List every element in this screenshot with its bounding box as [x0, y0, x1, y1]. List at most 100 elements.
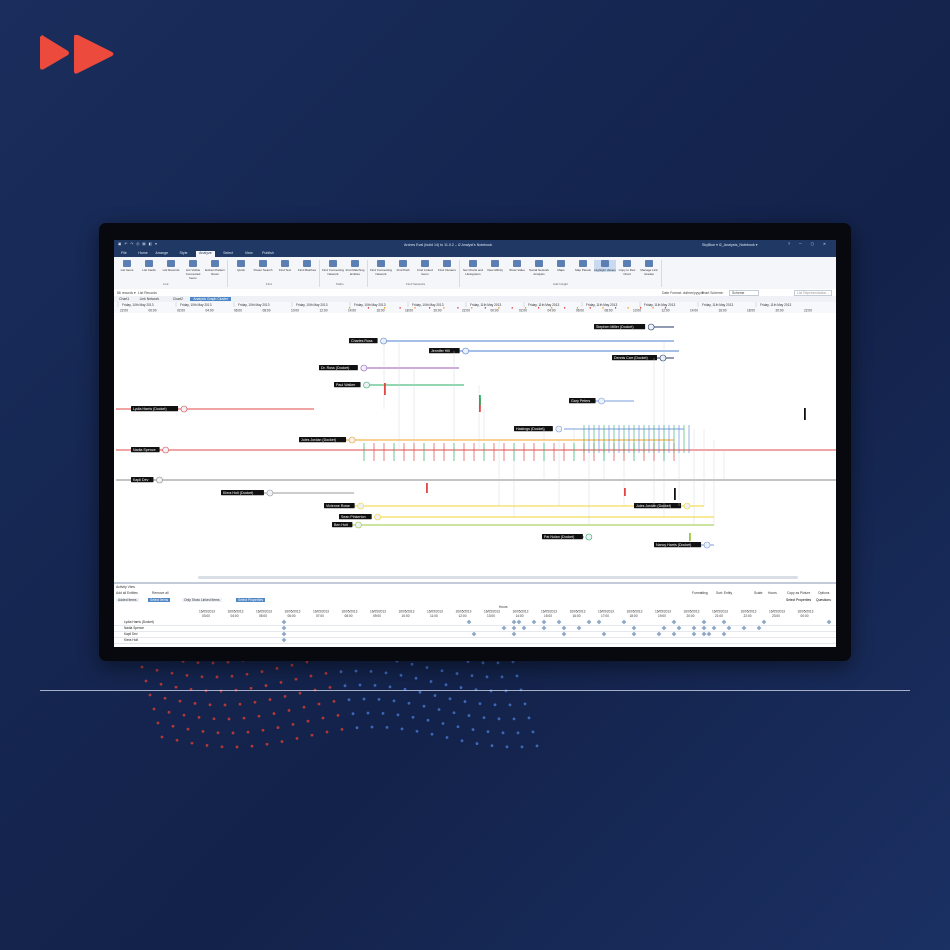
ribbon-button-highlight-values[interactable]: Highlight Values — [594, 260, 616, 272]
activity-marker[interactable] — [726, 625, 732, 631]
activity-marker[interactable] — [621, 619, 627, 625]
entity-node[interactable]: Ben Holt — [332, 521, 362, 529]
activity-tab-2[interactable]: Only Show Linked Items — [182, 598, 222, 602]
ribbon-button-find-linked-items[interactable]: Find Linked Items — [414, 260, 436, 276]
activity-marker[interactable] — [561, 625, 567, 631]
activity-marker[interactable] — [761, 619, 767, 625]
select-properties-toggle[interactable]: Select Properties — [784, 598, 813, 602]
activity-marker[interactable] — [466, 619, 472, 625]
menu-home[interactable]: Home — [135, 251, 151, 255]
activity-marker[interactable] — [701, 625, 707, 631]
activity-tab-3[interactable]: Select Properties — [236, 598, 266, 602]
activity-marker[interactable] — [511, 631, 517, 637]
add-all-entities-button[interactable]: Add all Entities — [116, 591, 138, 595]
ribbon-button-list-items[interactable]: List Items — [116, 260, 138, 272]
menu-arrange[interactable]: Arrange — [152, 251, 171, 255]
menu-file[interactable]: File — [118, 251, 130, 255]
menu-view[interactable]: View — [242, 251, 256, 255]
entity-node[interactable]: Kapil Dev — [131, 476, 163, 484]
ribbon-button-find-path[interactable]: Find Path — [392, 260, 414, 272]
chart-tab-3[interactable]: Analysis Graph Cluster — [190, 297, 232, 301]
date-format-dropdown[interactable]: Date Format: dd/mm/yyyy ▾ — [662, 291, 703, 295]
menu-style[interactable]: Style — [177, 251, 191, 255]
activity-marker[interactable] — [586, 619, 592, 625]
questions-toggle[interactable]: Questions — [814, 598, 833, 602]
chart-tab-1[interactable]: Link Network — [137, 297, 163, 301]
activity-marker[interactable] — [596, 619, 602, 625]
ribbon-button-social-network-analysis[interactable]: Social Network Analysis — [528, 260, 550, 276]
activity-marker[interactable] — [701, 619, 707, 625]
activity-marker[interactable] — [281, 625, 287, 631]
activity-marker[interactable] — [676, 625, 682, 631]
activity-marker[interactable] — [671, 631, 677, 637]
ribbon-button-quick[interactable]: Quick — [230, 260, 252, 272]
activity-marker[interactable] — [601, 631, 607, 637]
activity-marker[interactable] — [541, 619, 547, 625]
activity-marker[interactable] — [721, 619, 727, 625]
activity-marker[interactable] — [531, 619, 537, 625]
options-button[interactable]: Options — [818, 591, 829, 595]
menu-publish[interactable]: Publish — [259, 251, 277, 255]
copy-as-picture-button[interactable]: Copy as Picture — [787, 591, 810, 595]
activity-marker[interactable] — [826, 619, 832, 625]
activity-marker[interactable] — [281, 619, 287, 625]
ribbon-button-extract-pattern-rows[interactable]: Extract Pattern Rows — [204, 260, 226, 276]
window-controls[interactable]: ? ─ ▢ ✕ — [788, 242, 830, 246]
ribbon-button-show-value[interactable]: Show Value — [506, 260, 528, 272]
ribbon-button-power-search[interactable]: Power Search — [252, 260, 274, 272]
activity-marker[interactable] — [556, 619, 562, 625]
ribbon-button-find-matches[interactable]: Find Matches — [296, 260, 318, 272]
activity-marker[interactable] — [706, 631, 712, 637]
sort-dropdown[interactable]: Sort: Entity — [716, 591, 732, 595]
activity-marker[interactable] — [471, 631, 477, 637]
ribbon-button-list-cards[interactable]: List Cards — [138, 260, 160, 272]
ribbon-button-find-matching-entities[interactable]: Find Matching Entities — [344, 260, 366, 276]
activity-marker[interactable] — [561, 631, 567, 637]
ribbon-button-list-visible-connected-items[interactable]: List Visible Connected Items — [182, 260, 204, 280]
activity-marker[interactable] — [756, 625, 762, 631]
list-records-button[interactable]: List Records — [138, 291, 157, 295]
activity-marker[interactable] — [631, 625, 637, 631]
activity-marker[interactable] — [281, 631, 287, 637]
ribbon-button-find-clusters[interactable]: Find Clusters — [436, 260, 458, 272]
quick-access-toolbar[interactable]: ▣ ↶ ↷ ⎙ ▤ ◧ ▾ — [118, 242, 158, 246]
activity-marker[interactable] — [691, 625, 697, 631]
activity-marker[interactable] — [741, 625, 747, 631]
remove-all-button[interactable]: Remove all — [152, 591, 169, 595]
entity-node[interactable]: Gary Peters — [569, 397, 605, 405]
activity-marker[interactable] — [691, 631, 697, 637]
activity-marker[interactable] — [701, 631, 707, 637]
activity-tab-0[interactable]: Added Items — [116, 598, 139, 602]
ribbon-button-set-charts-and-histograms[interactable]: Set Charts and Histograms — [462, 260, 484, 276]
activity-tab-1[interactable]: Select Items — [148, 598, 171, 602]
ribbon-button-manage-link-grades[interactable]: Manage Link Grades — [638, 260, 660, 276]
ribbon-button-copy-to-flex-chart[interactable]: Copy to Flex Chart — [616, 260, 638, 276]
horizontal-scrollbar[interactable] — [198, 576, 798, 579]
ribbon-button-find-text[interactable]: Find Text — [274, 260, 296, 272]
activity-marker[interactable] — [501, 625, 507, 631]
ribbon-button-find-connecting-network[interactable]: Find Connecting Network — [322, 260, 344, 276]
scale-dropdown[interactable]: Hours — [768, 591, 777, 595]
activity-marker[interactable] — [521, 625, 527, 631]
activity-marker[interactable] — [631, 631, 637, 637]
records-dropdown[interactable]: 86 records ▾ — [117, 291, 136, 295]
activity-marker[interactable] — [721, 631, 727, 637]
activity-marker[interactable] — [511, 625, 517, 631]
activity-marker[interactable] — [516, 619, 522, 625]
timeline-chart[interactable]: Charles Ross Jennifer Hill Dr. Ross (Docke… — [114, 313, 836, 581]
ribbon-button-find-connecting-network[interactable]: Find Connecting Network — [370, 260, 392, 276]
activity-marker[interactable] — [541, 625, 547, 631]
ribbon-button-map-panels[interactable]: Map Panels — [572, 260, 594, 272]
user-area[interactable]: SkyBlue ▾ i2_Analysts_Notebook ▾ — [702, 243, 758, 247]
activity-marker[interactable] — [576, 625, 582, 631]
formatting-button[interactable]: Formatting — [692, 591, 708, 595]
ribbon-button-maps[interactable]: Maps — [550, 260, 572, 272]
chart-tab-0[interactable]: Chart1 — [116, 297, 132, 301]
activity-marker[interactable] — [511, 619, 517, 625]
menu-select[interactable]: Select — [220, 251, 236, 255]
activity-marker[interactable] — [711, 625, 717, 631]
ribbon-button-view-affinity[interactable]: View Affinity — [484, 260, 506, 272]
activity-marker[interactable] — [281, 637, 287, 643]
activity-marker[interactable] — [656, 631, 662, 637]
entity-node[interactable]: Paul Walker — [334, 381, 370, 389]
